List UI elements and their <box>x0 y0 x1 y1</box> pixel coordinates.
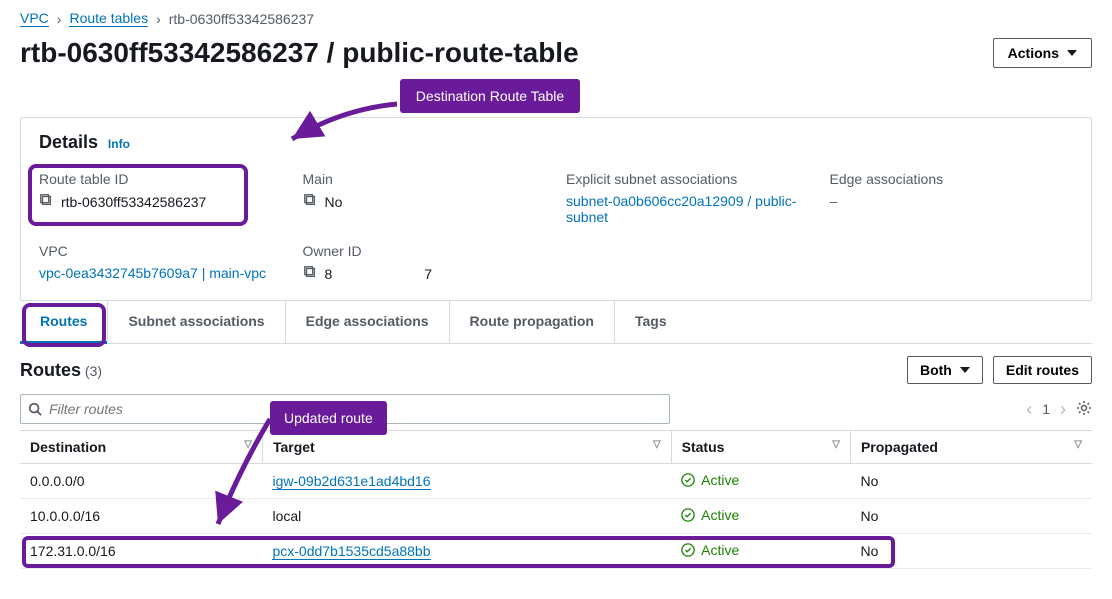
owner-id-label: Owner ID <box>303 243 547 259</box>
vpc-label: VPC <box>39 243 283 259</box>
copy-icon[interactable] <box>303 265 317 282</box>
details-panel: Details Info Route table ID rtb-0630ff53… <box>20 117 1092 301</box>
both-label: Both <box>920 362 952 378</box>
tab-tags[interactable]: Tags <box>614 301 687 343</box>
routes-count: (3) <box>85 363 102 379</box>
cell-target: local <box>262 499 671 534</box>
tab-subnet-associations[interactable]: Subnet associations <box>107 301 284 343</box>
page-title: rtb-0630ff53342586237 / public-route-tab… <box>20 37 579 69</box>
explicit-subnet-link[interactable]: subnet-0a0b606cc20a12909 / public-subnet <box>566 193 810 225</box>
cell-propagated: No <box>850 464 1092 499</box>
cell-status: Active <box>671 464 850 499</box>
caret-down-icon <box>960 367 970 373</box>
table-row[interactable]: 172.31.0.0/16pcx-0dd7b1535cd5a88bbActive… <box>20 534 1092 569</box>
routes-section: Routes (3) Both Edit routes Updated rout… <box>20 356 1092 569</box>
edge-assoc-label: Edge associations <box>830 171 1074 187</box>
search-icon <box>28 402 42 416</box>
tab-edge-associations[interactable]: Edge associations <box>285 301 449 343</box>
both-dropdown[interactable]: Both <box>907 356 983 384</box>
owner-id-masked <box>340 267 416 281</box>
page-number: 1 <box>1042 401 1050 417</box>
sort-icon: ▽ <box>1074 439 1082 450</box>
arrow-icon <box>282 99 402 149</box>
cell-propagated: No <box>850 499 1092 534</box>
tab-routes[interactable]: Routes <box>20 301 107 344</box>
cell-target: igw-09b2d631e1ad4bd16 <box>262 464 671 499</box>
main-value: No <box>325 194 343 210</box>
explicit-subnet-label: Explicit subnet associations <box>566 171 810 187</box>
page-prev[interactable]: ‹ <box>1026 399 1032 420</box>
breadcrumb-current: rtb-0630ff53342586237 <box>169 11 314 27</box>
tab-route-propagation[interactable]: Route propagation <box>449 301 614 343</box>
col-status[interactable]: Status▽ <box>671 431 850 464</box>
sort-icon: ▽ <box>653 439 661 450</box>
settings-gear-icon[interactable] <box>1076 400 1092 419</box>
col-propagated[interactable]: Propagated▽ <box>850 431 1092 464</box>
breadcrumb-vpc[interactable]: VPC <box>20 10 49 27</box>
routes-title: Routes <box>20 360 81 380</box>
col-target[interactable]: Target▽ <box>262 431 671 464</box>
table-row[interactable]: 0.0.0.0/0igw-09b2d631e1ad4bd16ActiveNo <box>20 464 1092 499</box>
actions-button[interactable]: Actions <box>993 38 1092 68</box>
route-table-id-label: Route table ID <box>39 171 283 187</box>
sort-icon: ▽ <box>832 439 840 450</box>
copy-icon[interactable] <box>303 193 317 210</box>
tabs: Routes Subnet associations Edge associat… <box>20 301 1092 344</box>
cell-status: Active <box>671 534 850 569</box>
copy-icon[interactable] <box>39 193 53 210</box>
vpc-link[interactable]: vpc-0ea3432745b7609a7 | main-vpc <box>39 265 266 281</box>
edge-assoc-value: – <box>830 193 838 209</box>
table-row[interactable]: 10.0.0.0/16localActiveNo <box>20 499 1092 534</box>
breadcrumb-route-tables[interactable]: Route tables <box>69 10 148 27</box>
edit-routes-button[interactable]: Edit routes <box>993 356 1092 384</box>
breadcrumb: VPC › Route tables › rtb-0630ff533425862… <box>20 10 1092 27</box>
main-label: Main <box>303 171 547 187</box>
routes-table: Destination▽ Target▽ Status▽ Propagated▽… <box>20 430 1092 569</box>
annotation-updated-route: Updated route <box>270 401 387 435</box>
owner-id-prefix: 8 <box>325 266 333 282</box>
chevron-right-icon: › <box>57 11 62 27</box>
details-info-link[interactable]: Info <box>108 137 130 151</box>
details-heading: Details <box>39 132 98 152</box>
owner-id-suffix: 7 <box>424 266 432 282</box>
cell-status: Active <box>671 499 850 534</box>
chevron-right-icon: › <box>156 11 161 27</box>
route-table-id-value: rtb-0630ff53342586237 <box>61 194 206 210</box>
page-next[interactable]: › <box>1060 399 1066 420</box>
caret-down-icon <box>1067 50 1077 56</box>
cell-target: pcx-0dd7b1535cd5a88bb <box>262 534 671 569</box>
actions-label: Actions <box>1008 45 1059 61</box>
annotation-destination-route-table: Destination Route Table <box>400 79 580 113</box>
cell-propagated: No <box>850 534 1092 569</box>
target-link[interactable]: pcx-0dd7b1535cd5a88bb <box>272 543 430 560</box>
